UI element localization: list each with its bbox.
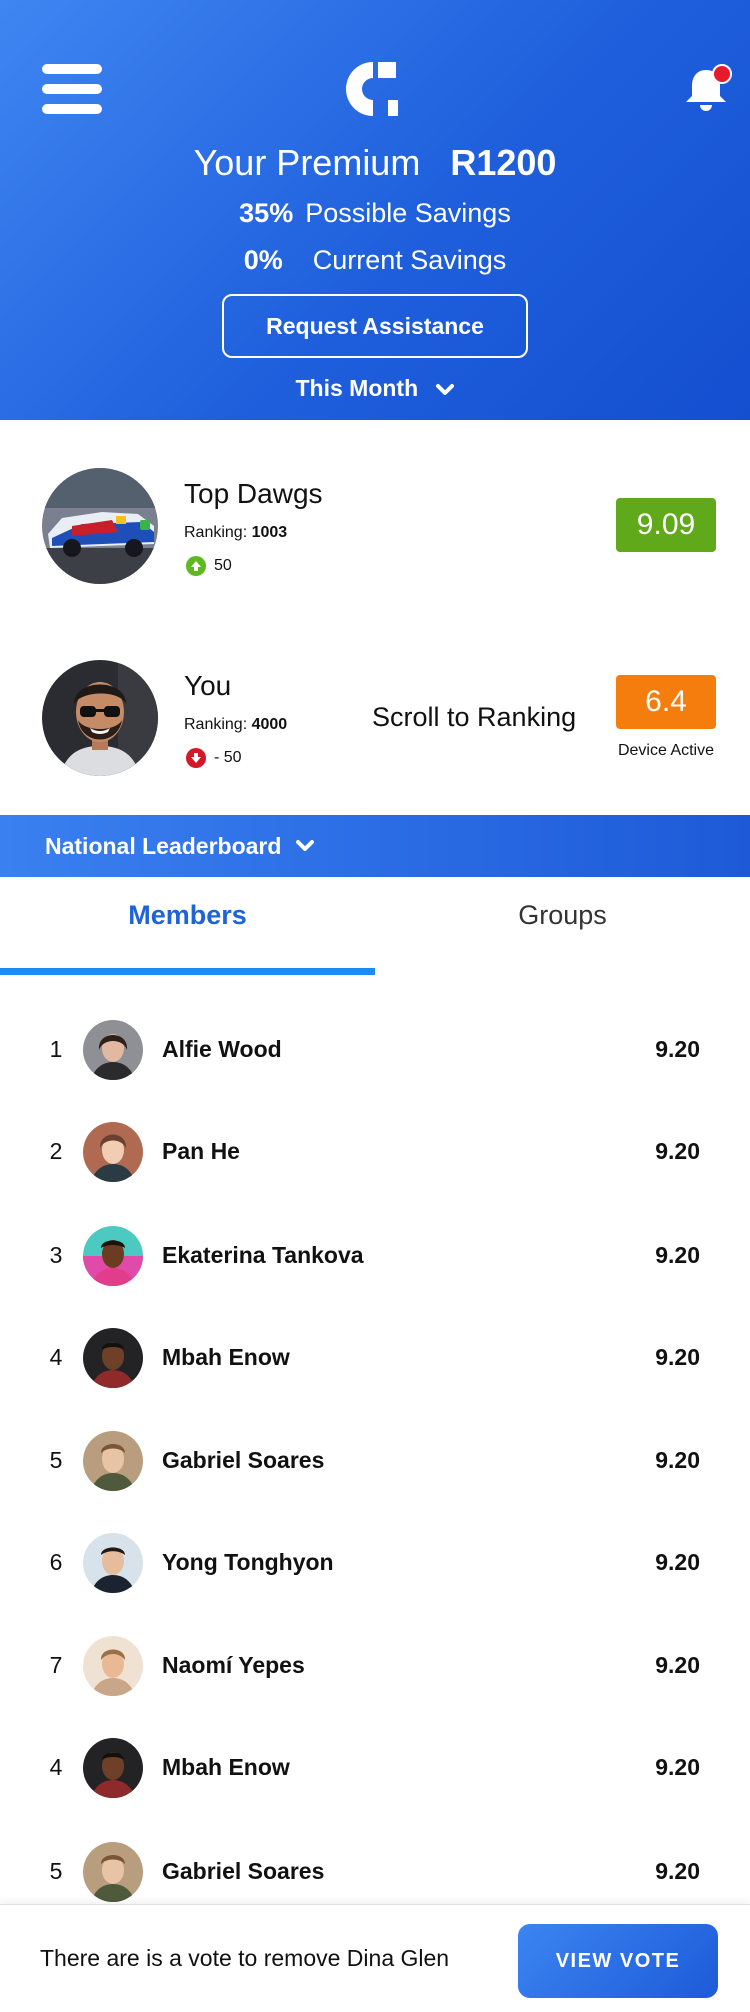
member-score: 9.20 xyxy=(655,1754,700,1780)
top-group-card[interactable]: Top Dawgs Ranking: 1003 50 9.09 xyxy=(0,460,750,590)
bell-icon[interactable] xyxy=(682,64,734,114)
list-item[interactable]: 3 Ekaterina Tankova 9.20 xyxy=(0,1226,750,1286)
vote-banner: There are is a vote to remove Dina Glen … xyxy=(0,1904,750,2012)
avatar xyxy=(83,1842,143,1902)
notification-dot xyxy=(712,64,732,84)
avatar xyxy=(83,1533,143,1593)
rank-change-value: 50 xyxy=(214,557,232,574)
user-avatar xyxy=(42,660,158,776)
member-score: 9.20 xyxy=(655,1036,700,1062)
leaderboard-title: National Leaderboard xyxy=(45,832,282,859)
list-item[interactable]: 4 Mbah Enow 9.20 xyxy=(0,1738,750,1798)
arrow-down-icon xyxy=(186,748,206,768)
list-item[interactable]: 2 Pan He 9.20 xyxy=(0,1122,750,1182)
rank-number: 5 xyxy=(49,1858,63,1884)
rank-number: 4 xyxy=(49,1344,63,1370)
rank-change-value: - 50 xyxy=(214,749,242,766)
member-name: Gabriel Soares xyxy=(162,1447,325,1473)
tab-members[interactable]: Members xyxy=(0,900,375,931)
ranking-value: 4000 xyxy=(251,716,288,733)
avatar xyxy=(83,1226,143,1286)
device-status: Device Active xyxy=(617,742,715,759)
list-item[interactable]: 5 Gabriel Soares 9.20 xyxy=(0,1842,750,1902)
group-ranking: Ranking: 1003 xyxy=(184,524,287,542)
avatar xyxy=(83,1738,143,1798)
rank-number: 4 xyxy=(49,1754,63,1780)
hamburger-menu-icon[interactable] xyxy=(42,64,102,114)
member-name: Yong Tonghyon xyxy=(162,1549,334,1575)
user-ranking: Ranking: 4000 xyxy=(184,716,287,734)
list-item[interactable]: 4 Mbah Enow 9.20 xyxy=(0,1328,750,1388)
you-card: You Ranking: 4000 - 50 Scroll to Ranking… xyxy=(0,652,750,782)
rank-change: - 50 xyxy=(186,748,242,768)
active-tab-indicator xyxy=(0,968,375,975)
chevron-down-icon xyxy=(435,383,454,395)
list-item[interactable]: 7 Naomí Yepes 9.20 xyxy=(0,1636,750,1696)
brand-c-logo-icon xyxy=(346,62,398,116)
leaderboard-selector[interactable]: National Leaderboard xyxy=(0,815,750,877)
scroll-to-ranking-link[interactable]: Scroll to Ranking xyxy=(372,702,576,733)
list-item[interactable]: 1 Alfie Wood 9.20 xyxy=(0,1020,750,1080)
period-label: This Month xyxy=(295,375,419,401)
member-name: Gabriel Soares xyxy=(162,1858,325,1884)
list-item[interactable]: 5 Gabriel Soares 9.20 xyxy=(0,1431,750,1491)
ranking-label: Ranking: xyxy=(184,524,248,541)
vote-message: There are is a vote to remove Dina Glen xyxy=(40,1945,450,1971)
avatar xyxy=(83,1636,143,1696)
avatar xyxy=(83,1122,143,1182)
rank-number: 3 xyxy=(49,1242,63,1268)
member-score: 9.20 xyxy=(655,1652,700,1678)
rank-number: 2 xyxy=(49,1138,63,1164)
avatar xyxy=(83,1328,143,1388)
avatar xyxy=(83,1020,143,1080)
current-savings-pct: 0% xyxy=(243,245,283,275)
rank-number: 5 xyxy=(49,1447,63,1473)
premium-summary: Your Premium R1200 xyxy=(0,142,750,184)
ranking-value: 1003 xyxy=(251,524,288,541)
member-score: 9.20 xyxy=(655,1242,700,1268)
member-name: Ekaterina Tankova xyxy=(162,1242,364,1268)
member-score: 9.20 xyxy=(655,1549,700,1575)
group-score-badge: 9.09 xyxy=(616,498,716,552)
member-score: 9.20 xyxy=(655,1447,700,1473)
rank-number: 7 xyxy=(49,1652,63,1678)
premium-label: Your Premium xyxy=(193,142,421,183)
member-name: Mbah Enow xyxy=(162,1344,290,1370)
premium-value: R1200 xyxy=(450,142,557,183)
current-savings-label: Current Savings xyxy=(312,245,507,275)
rank-change: 50 xyxy=(186,556,232,576)
group-name: Top Dawgs xyxy=(184,478,323,509)
header: Your Premium R1200 35% Possible Savings 0%… xyxy=(0,0,750,420)
member-name: Mbah Enow xyxy=(162,1754,290,1780)
tab-groups[interactable]: Groups xyxy=(375,900,750,931)
member-score: 9.20 xyxy=(655,1138,700,1164)
member-name: Pan He xyxy=(162,1138,240,1164)
user-score-badge: 6.4 xyxy=(616,675,716,729)
rank-number: 6 xyxy=(49,1549,63,1575)
member-score: 9.20 xyxy=(655,1344,700,1370)
possible-savings-label: Possible Savings xyxy=(305,198,511,228)
period-dropdown[interactable]: This Month xyxy=(0,375,750,402)
list-item[interactable]: 6 Yong Tonghyon 9.20 xyxy=(0,1533,750,1593)
arrow-up-icon xyxy=(186,556,206,576)
view-vote-button[interactable]: VIEW VOTE xyxy=(518,1924,718,1998)
chevron-down-icon xyxy=(296,840,315,851)
rank-number: 1 xyxy=(49,1036,63,1062)
possible-savings-pct: 35% xyxy=(239,198,294,228)
current-savings: 0% Current Savings xyxy=(0,245,750,276)
group-avatar xyxy=(42,468,158,584)
member-name: Naomí Yepes xyxy=(162,1652,305,1678)
ranking-label: Ranking: xyxy=(184,716,248,733)
user-name: You xyxy=(184,670,232,701)
avatar xyxy=(83,1431,143,1491)
possible-savings: 35% Possible Savings xyxy=(0,198,750,229)
member-score: 9.20 xyxy=(655,1858,700,1884)
request-assistance-button[interactable]: Request Assistance xyxy=(222,294,528,358)
member-name: Alfie Wood xyxy=(162,1036,282,1062)
